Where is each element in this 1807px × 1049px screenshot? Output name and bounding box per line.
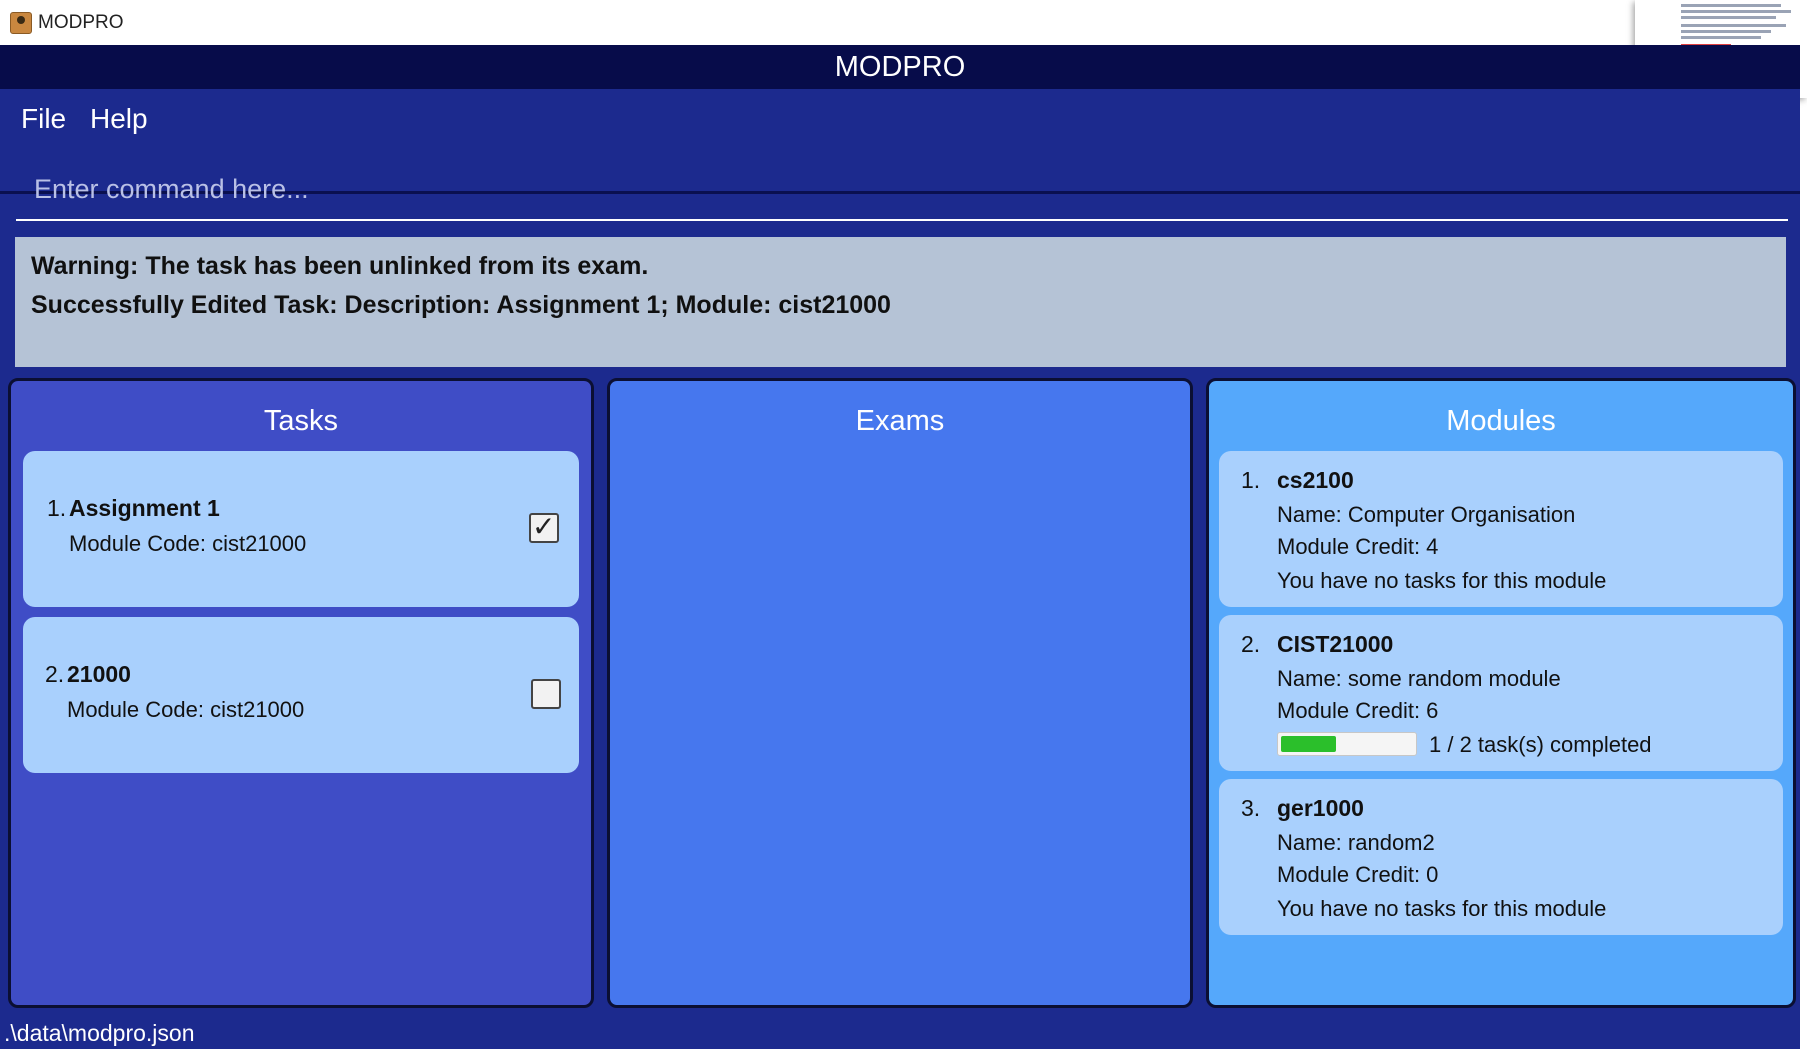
module-task-status: You have no tasks for this module — [1277, 896, 1607, 921]
window-titlebar[interactable]: MODPRO — [0, 0, 1807, 46]
task-done-checkbox[interactable] — [531, 679, 561, 709]
module-code: cs2100 — [1277, 467, 1354, 493]
command-input[interactable] — [16, 159, 1788, 219]
exams-panel-title: Exams — [855, 405, 945, 437]
modules-panel-title: Modules — [1446, 405, 1556, 437]
result-success-line: Successfully Edited Task: Description: A… — [31, 291, 891, 319]
module-code: CIST21000 — [1277, 631, 1394, 657]
command-box — [16, 159, 1788, 221]
module-code: ger1000 — [1277, 795, 1364, 821]
task-index: 1. — [47, 495, 67, 521]
module-card[interactable]: 1. cs2100 Name: Computer Organisation Mo… — [1219, 451, 1783, 607]
data-file-path: .\data\modpro.json — [4, 1020, 195, 1046]
task-module-code: Module Code: cist21000 — [69, 531, 307, 556]
exams-panel[interactable]: Exams — [607, 378, 1193, 1008]
task-done-checkbox[interactable]: ✓ — [529, 511, 559, 543]
status-bar: .\data\modpro.json — [0, 1011, 1800, 1049]
module-name: Name: Computer Organisation — [1277, 502, 1576, 527]
tasks-panel[interactable]: Tasks 1. Assignment 1 Module Code: cist2… — [8, 378, 594, 1008]
module-task-status: You have no tasks for this module — [1277, 568, 1607, 593]
module-credit: Module Credit: 6 — [1277, 698, 1439, 723]
module-progress-fill — [1281, 736, 1336, 752]
window-title: MODPRO — [38, 12, 124, 33]
tasks-panel-title: Tasks — [263, 405, 339, 437]
task-description: Assignment 1 — [69, 495, 220, 521]
task-description: 21000 — [67, 661, 131, 687]
module-card[interactable]: 3. ger1000 Name: random2 Module Credit: … — [1219, 779, 1783, 935]
menu-file[interactable]: File — [21, 103, 66, 135]
result-warning-line: Warning: The task has been unlinked from… — [31, 252, 649, 280]
task-module-code: Module Code: cist21000 — [67, 697, 305, 722]
task-card[interactable]: 1. Assignment 1 Module Code: cist21000 ✓ — [23, 451, 579, 607]
module-index: 1. — [1241, 467, 1261, 493]
app-header-title: MODPRO — [0, 45, 1800, 89]
module-card[interactable]: 2. CIST21000 Name: some random module Mo… — [1219, 615, 1783, 771]
menu-help[interactable]: Help — [90, 103, 148, 135]
modules-panel[interactable]: Modules 1. cs2100 Name: Computer Organis… — [1206, 378, 1796, 1008]
task-index: 2. — [45, 661, 65, 687]
module-progress-bar — [1277, 732, 1417, 756]
module-name: Name: some random module — [1277, 666, 1561, 691]
module-name: Name: random2 — [1277, 830, 1435, 855]
task-card[interactable]: 2. 21000 Module Code: cist21000 — [23, 617, 579, 773]
module-index: 3. — [1241, 795, 1261, 821]
checkmark-icon: ✓ — [532, 511, 556, 542]
module-index: 2. — [1241, 631, 1261, 657]
result-display: Warning: The task has been unlinked from… — [15, 237, 1786, 367]
module-progress-text: 1 / 2 task(s) completed — [1429, 732, 1652, 757]
app-icon — [10, 12, 32, 34]
module-credit: Module Credit: 4 — [1277, 534, 1439, 559]
module-credit: Module Credit: 0 — [1277, 862, 1439, 887]
app-window: MODPRO File Help Warning: The task has b… — [0, 45, 1800, 1049]
